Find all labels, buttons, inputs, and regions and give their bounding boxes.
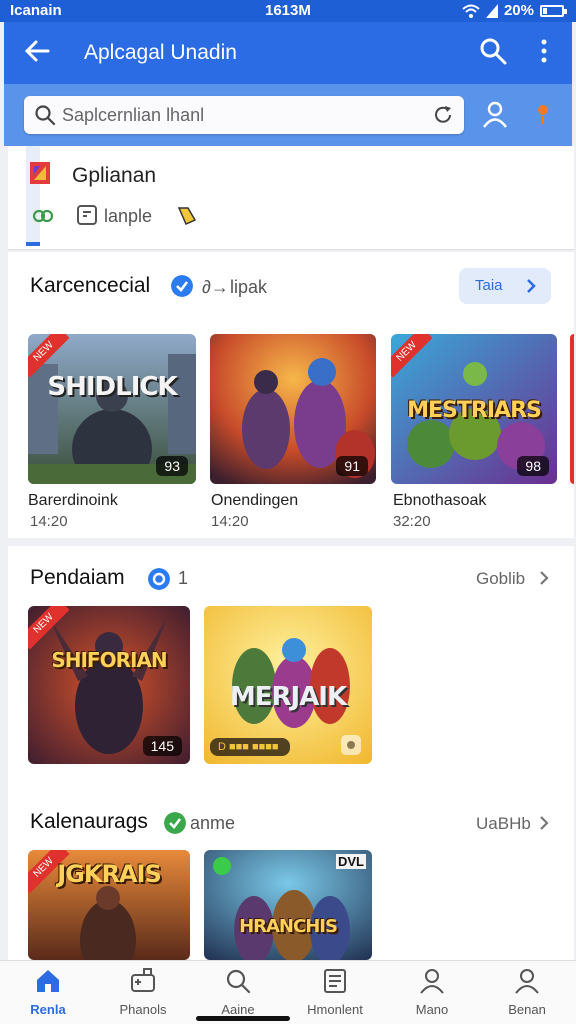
search-placeholder: Saplcernlian lhanl bbox=[62, 105, 205, 125]
game-tile[interactable]: NEW MESTRIARS 98 bbox=[391, 334, 557, 484]
search-row: Saplcernlian lhanl bbox=[4, 84, 572, 146]
app-logo-icon bbox=[30, 162, 50, 184]
game-name: Onendingen bbox=[211, 492, 299, 509]
wifi-icon bbox=[462, 4, 480, 18]
check-badge-icon bbox=[164, 812, 186, 834]
bottom-nav: Renla Phanols Aaine Hmonlent Mano Benan bbox=[0, 960, 576, 1024]
tab-label: Renla bbox=[30, 1002, 66, 1017]
profile-header: Gplianan lanple bbox=[8, 146, 574, 250]
tab-label: Hmonlent bbox=[307, 1002, 363, 1017]
game-time: 14:20 bbox=[211, 513, 249, 530]
section-count: 1 bbox=[178, 568, 189, 588]
search-icon[interactable] bbox=[478, 36, 508, 66]
game-tile[interactable]: DVL HRANCHIS bbox=[204, 850, 372, 960]
game-tile[interactable]: MERJAIK D ■■■ ■■■■ bbox=[204, 606, 372, 764]
search-input[interactable]: Saplcernlian lhanl bbox=[24, 96, 464, 134]
controller-icon bbox=[341, 735, 361, 755]
battery-icon bbox=[540, 4, 567, 17]
tab-account[interactable]: Benan bbox=[482, 967, 572, 1017]
person-icon bbox=[420, 969, 444, 994]
chevron-right-icon[interactable] bbox=[538, 570, 550, 586]
tab-home[interactable]: Renla bbox=[3, 967, 93, 1017]
verified-badge-icon bbox=[171, 275, 193, 297]
home-icon bbox=[37, 970, 59, 992]
list-icon bbox=[324, 969, 346, 993]
section-title: Karcencecial bbox=[30, 274, 151, 297]
tab-label: Benan bbox=[508, 1002, 546, 1017]
section-meta-2: lipak bbox=[230, 277, 268, 297]
chevron-right-icon[interactable] bbox=[538, 815, 550, 831]
game-time: 32:20 bbox=[393, 513, 431, 530]
game-title-art: MESTRIARS bbox=[407, 398, 542, 423]
rating-badge: 93 bbox=[156, 456, 188, 476]
game-title-art: SHIDLICK bbox=[47, 372, 177, 402]
corner-label: DVL bbox=[336, 854, 366, 869]
info-badge-icon bbox=[148, 568, 170, 590]
section-meta-1: ∂→ bbox=[202, 277, 229, 297]
clock: 1613M bbox=[265, 2, 311, 19]
game-title-art: MERJAIK bbox=[229, 682, 347, 712]
chevron-right-icon bbox=[527, 279, 536, 293]
game-tag-pill: D ■■■ ■■■■ bbox=[210, 738, 290, 756]
leaf-icon bbox=[32, 209, 54, 223]
search-icon bbox=[35, 105, 56, 126]
game-tile-peek[interactable] bbox=[570, 334, 574, 484]
game-name: Ebnothasoak bbox=[393, 492, 487, 509]
tab-label: Mano bbox=[415, 1002, 449, 1017]
tab-list[interactable]: Hmonlent bbox=[290, 967, 380, 1017]
profile-label[interactable]: lanple bbox=[104, 206, 152, 227]
user-icon[interactable] bbox=[482, 100, 508, 128]
game-title-art: HRANCHIS bbox=[239, 916, 338, 937]
see-all-link[interactable]: UaBHb bbox=[476, 814, 531, 834]
profile-accent-bar bbox=[26, 146, 40, 246]
section-card: Pendaiam 1 Goblib NEW SHIFORIAN 145 MERJ… bbox=[8, 546, 574, 960]
tab-search[interactable]: Aaine bbox=[193, 967, 283, 1017]
game-tile[interactable]: NEW SHIFORIAN 145 bbox=[28, 606, 190, 764]
game-name: Barerdinoink bbox=[28, 492, 118, 509]
tab-label: Aaine bbox=[221, 1002, 255, 1017]
more-vert-icon[interactable] bbox=[534, 36, 554, 66]
tag-icon[interactable] bbox=[176, 204, 198, 226]
app-bar: Aplcagal Unadin bbox=[4, 22, 572, 84]
signal-icon bbox=[485, 3, 498, 18]
game-title-art: JGKRAIS bbox=[57, 860, 162, 888]
search-icon bbox=[226, 969, 251, 994]
carrier-label: Icanain bbox=[10, 2, 62, 19]
tab-label: Phanols bbox=[119, 1002, 167, 1017]
home-indicator bbox=[196, 1016, 290, 1021]
back-arrow-icon[interactable] bbox=[22, 36, 52, 66]
game-time: 14:20 bbox=[30, 513, 68, 530]
refresh-icon[interactable] bbox=[432, 104, 454, 126]
notification-icon[interactable] bbox=[534, 102, 552, 128]
status-bar: Icanain 1613M 20% bbox=[0, 0, 576, 22]
game-tile[interactable]: 91 bbox=[210, 334, 376, 484]
featured-action-label: Taia bbox=[475, 277, 503, 294]
section-subtitle: anme bbox=[190, 813, 236, 833]
see-all-link[interactable]: Goblib bbox=[476, 569, 525, 589]
profile-name: Gplianan bbox=[72, 164, 157, 187]
rating-badge: 145 bbox=[142, 736, 182, 756]
game-tile[interactable]: NEW SHIDLICK 93 bbox=[28, 334, 196, 484]
tab-person[interactable]: Mano bbox=[387, 967, 477, 1017]
section-title: Pendaiam bbox=[30, 566, 125, 589]
library-icon[interactable] bbox=[76, 204, 98, 226]
section-title: Kalenaurags bbox=[30, 810, 148, 833]
featured-action-button[interactable]: Taia bbox=[459, 268, 551, 304]
featured-card: Karcencecial ∂→ lipak Taia NEW SHIDLICK … bbox=[8, 252, 574, 538]
gamepad-icon bbox=[131, 968, 155, 992]
page-title: Aplcagal Unadin bbox=[84, 41, 237, 64]
battery-percent: 20% bbox=[503, 2, 534, 19]
tab-games[interactable]: Phanols bbox=[98, 967, 188, 1017]
rating-badge: 98 bbox=[517, 456, 549, 476]
game-title-art: SHIFORIAN bbox=[51, 648, 167, 672]
game-tile[interactable]: NEW JGKRAIS bbox=[28, 850, 190, 960]
account-icon bbox=[515, 969, 539, 994]
rating-badge: 91 bbox=[336, 456, 368, 476]
